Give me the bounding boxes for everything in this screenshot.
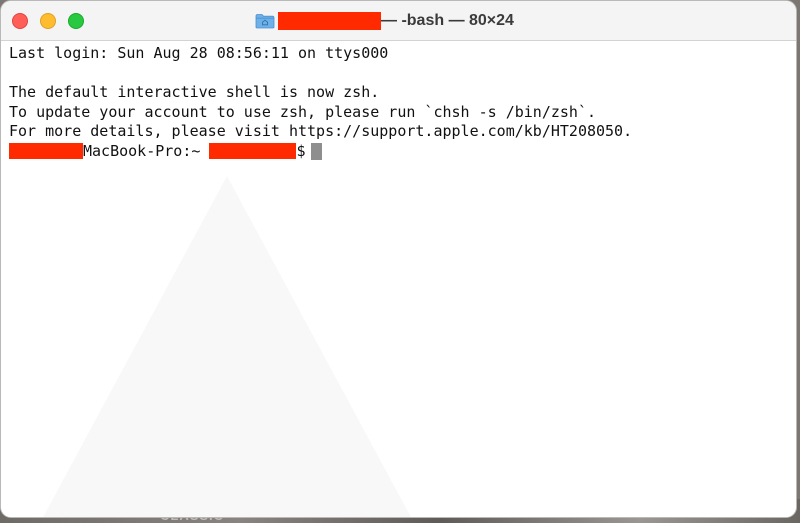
redacted-directory — [209, 143, 297, 160]
terminal-line: To update your account to use zsh, pleas… — [9, 102, 596, 121]
redacted-username — [278, 12, 381, 30]
home-folder-icon — [255, 14, 275, 29]
terminal-output[interactable]: Last login: Sun Aug 28 08:56:11 on ttys0… — [1, 41, 796, 517]
prompt-line[interactable]: MacBook-Pro:~ $ — [9, 142, 796, 162]
terminal-line: Last login: Sun Aug 28 08:56:11 on ttys0… — [9, 44, 389, 62]
window-title-text: — -bash — 80×24 — [381, 12, 514, 29]
prompt-host: MacBook-Pro:~ — [83, 141, 201, 160]
redacted-username — [9, 143, 83, 160]
terminal-line: The default interactive shell is now zsh… — [9, 83, 380, 101]
close-button[interactable] — [12, 13, 28, 29]
terminal-window: — -bash — 80×24 Last login: Sun Aug 28 0… — [0, 0, 797, 518]
prompt-symbol: $ — [296, 141, 306, 160]
zoom-button[interactable] — [68, 13, 84, 29]
text-cursor — [311, 142, 323, 160]
window-title: — -bash — 80×24 — [255, 10, 514, 32]
background-triangle — [41, 176, 413, 517]
terminal-line: For more details, please visit https://s… — [9, 122, 633, 140]
minimize-button[interactable] — [40, 13, 56, 29]
title-bar[interactable]: — -bash — 80×24 — [1, 1, 796, 41]
